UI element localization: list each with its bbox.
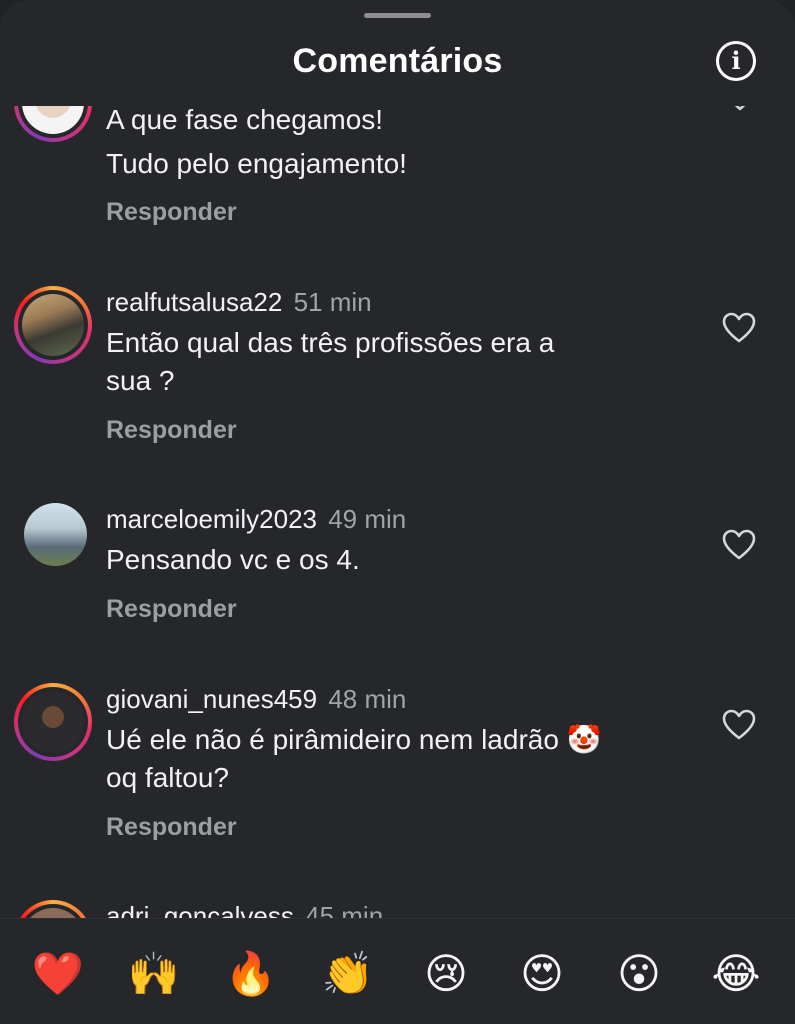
comment-text: Pensando vc e os 4. bbox=[106, 541, 646, 579]
page-title: Comentários bbox=[292, 42, 503, 80]
comment-text-line: Ué ele não é pirâmideiro nem ladrão 🤡 bbox=[106, 724, 602, 755]
comment-meta: adri_goncalvess 45 min bbox=[106, 901, 383, 918]
reaction-heart[interactable]: ❤️ bbox=[28, 946, 88, 1002]
reply-button[interactable]: Responder bbox=[106, 595, 237, 624]
reaction-laughing[interactable]: 😂 bbox=[706, 946, 766, 1002]
comment-text: Ué ele não é pirâmideiro nem ladrão 🤡 oq… bbox=[106, 721, 646, 797]
reaction-clap[interactable]: 👏 bbox=[318, 946, 378, 1002]
comment-text-line: sua ? bbox=[106, 365, 175, 396]
avatar[interactable] bbox=[14, 900, 92, 918]
sheet-header: Comentários i bbox=[0, 0, 795, 106]
reply-button[interactable]: Responder bbox=[106, 416, 237, 445]
heart-icon[interactable] bbox=[722, 312, 756, 344]
username-link[interactable]: marceloemily2023 bbox=[106, 504, 317, 534]
reply-button[interactable]: Responder bbox=[106, 813, 237, 842]
reaction-raised-hands[interactable]: 🙌 bbox=[124, 946, 184, 1002]
comment-time: 45 min bbox=[305, 901, 384, 918]
comment-meta: realfutsalusa22 51 min bbox=[106, 287, 372, 318]
comment-text-line: Tudo pelo engajamento! bbox=[106, 148, 407, 179]
comment-text-line: Pensando vc e os 4. bbox=[106, 544, 360, 575]
comment-meta: giovani_nunes459 48 min bbox=[106, 684, 406, 715]
username-link[interactable]: realfutsalusa22 bbox=[106, 287, 282, 317]
comments-sheet: A que fase chegamos! Tudo pelo engajamen… bbox=[0, 0, 795, 1024]
comment-text-line: A que fase chegamos! bbox=[106, 104, 384, 135]
comment-text: A que fase chegamos! Tudo pelo engajamen… bbox=[106, 101, 646, 183]
comment-text: Então qual das três profissões era a sua… bbox=[106, 324, 646, 400]
reply-button[interactable]: Responder bbox=[106, 198, 237, 227]
avatar-photo bbox=[22, 691, 84, 753]
heart-icon[interactable] bbox=[722, 709, 756, 741]
comment-text-line: Então qual das três profissões era a bbox=[106, 327, 555, 358]
avatar-photo bbox=[22, 294, 84, 356]
heart-icon[interactable] bbox=[722, 529, 756, 561]
info-button[interactable]: i bbox=[716, 41, 756, 81]
comments-list[interactable]: A que fase chegamos! Tudo pelo engajamen… bbox=[0, 0, 795, 918]
username-link[interactable]: adri_goncalvess bbox=[106, 901, 294, 918]
username-link[interactable]: giovani_nunes459 bbox=[106, 684, 317, 714]
reaction-fire[interactable]: 🔥 bbox=[221, 946, 281, 1002]
reaction-heart-eyes[interactable]: 😍 bbox=[512, 946, 572, 1002]
drag-handle[interactable] bbox=[364, 13, 431, 18]
avatar[interactable] bbox=[14, 286, 92, 364]
avatar[interactable] bbox=[24, 503, 87, 566]
info-circle-icon: i bbox=[731, 46, 741, 75]
comment-meta: marceloemily2023 49 min bbox=[106, 504, 406, 535]
avatar[interactable] bbox=[14, 683, 92, 761]
reaction-bar bbox=[0, 918, 795, 1024]
comment-time: 51 min bbox=[293, 287, 372, 317]
comment-text-line: oq faltou? bbox=[106, 762, 229, 793]
reaction-crying[interactable]: 😢 bbox=[416, 946, 476, 1002]
comment-time: 49 min bbox=[328, 504, 407, 534]
comment-time: 48 min bbox=[328, 684, 407, 714]
reaction-surprised[interactable]: 😮 bbox=[609, 946, 669, 1002]
